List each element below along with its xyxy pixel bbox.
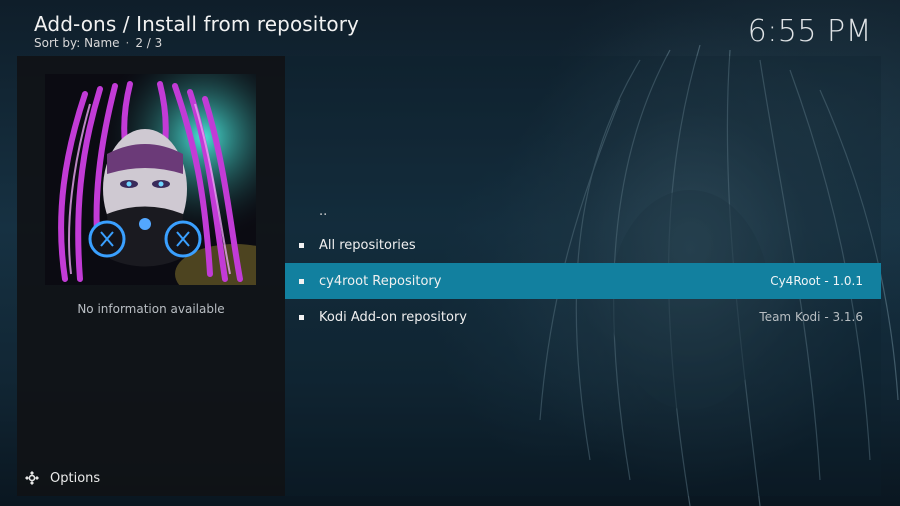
list-item-label: cy4root Repository bbox=[319, 273, 442, 289]
no-info-message: No information available bbox=[77, 302, 225, 316]
sort-label: Sort by: Name bbox=[34, 36, 120, 50]
list-item-label: Kodi Add-on repository bbox=[319, 309, 467, 325]
options-label: Options bbox=[50, 470, 101, 486]
list-item-cy4root-repository[interactable]: cy4root Repository Cy4Root - 1.0.1 bbox=[285, 263, 881, 299]
list-item-detail: Team Kodi - 3.1.6 bbox=[759, 310, 863, 324]
clock: 6:55 PM bbox=[747, 14, 872, 49]
list-item-kodi-addon-repository[interactable]: Kodi Add-on repository Team Kodi - 3.1.6 bbox=[285, 299, 881, 335]
parent-folder-label: .. bbox=[319, 203, 328, 219]
cyberpunk-portrait-icon bbox=[45, 74, 256, 285]
separator: · bbox=[125, 36, 130, 50]
page-count: 2 / 3 bbox=[135, 36, 163, 50]
list-item-all-repositories[interactable]: All repositories bbox=[285, 227, 881, 263]
list-item-label: All repositories bbox=[319, 237, 416, 253]
page-title: Add-ons / Install from repository bbox=[34, 12, 359, 36]
bullet-icon bbox=[299, 278, 304, 284]
options-button[interactable]: Options bbox=[24, 470, 100, 486]
kodi-screen: Add-ons / Install from repository Sort b… bbox=[0, 0, 900, 506]
list-item-parent[interactable]: .. bbox=[285, 193, 881, 229]
addon-thumbnail bbox=[45, 74, 256, 285]
list-item-detail: Cy4Root - 1.0.1 bbox=[770, 274, 863, 288]
bullet-icon bbox=[299, 314, 304, 320]
bullet-icon bbox=[299, 242, 304, 248]
gear-icon bbox=[25, 471, 39, 485]
sort-info[interactable]: Sort by: Name · 2 / 3 bbox=[34, 36, 162, 50]
